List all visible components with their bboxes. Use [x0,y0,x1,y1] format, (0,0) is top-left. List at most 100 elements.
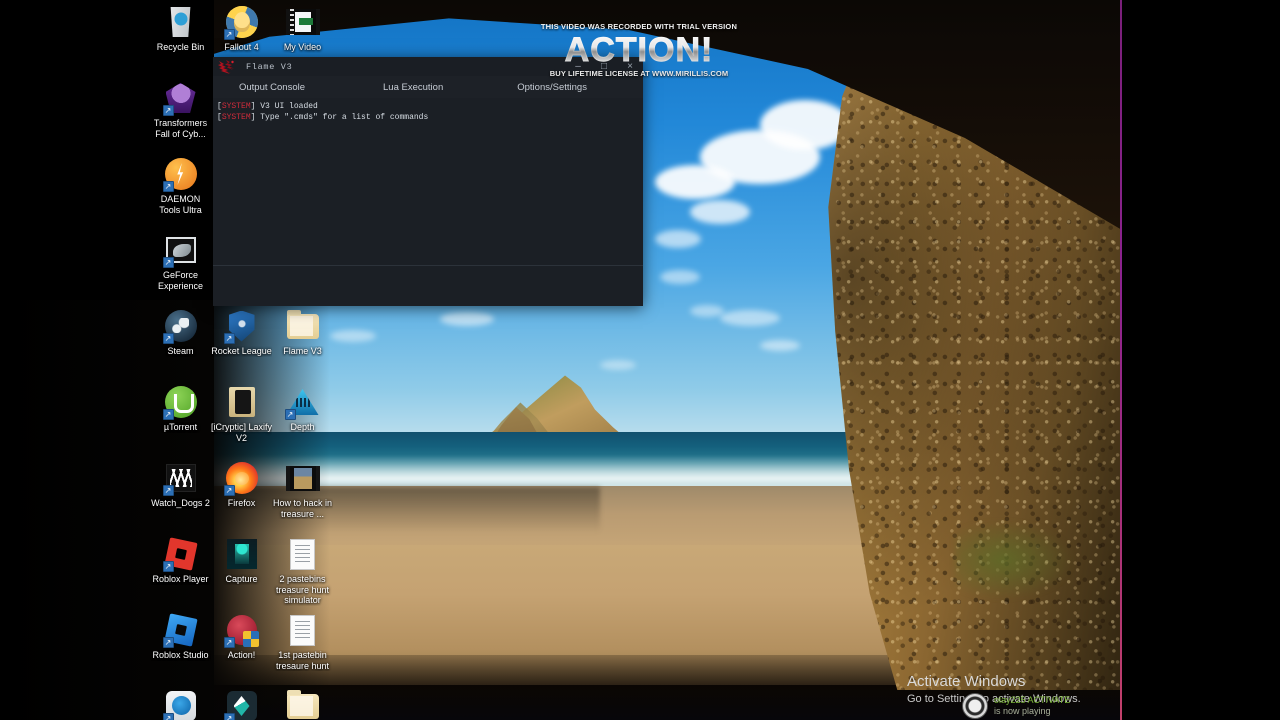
fallout-icon [223,5,259,40]
desktop-icon-watch-dogs-2[interactable]: Watch_Dogs 2 [150,458,211,532]
rbxstudio-icon [162,613,198,648]
console-line: [SYSTEM] V3 UI loaded [217,102,318,111]
close-button[interactable]: × [617,57,643,76]
desktop-icon-label: Rocket League [211,346,272,356]
depth-icon [284,385,320,420]
flame-tab-bar: Output Console Lua Execution Options/Set… [213,76,643,98]
desktop-icon-label: Roblox Studio [152,650,209,660]
doc-icon [286,537,320,571]
console-text: V3 UI loaded [255,102,318,111]
window-controls: – □ × [565,57,643,76]
desktop-icon-utorrent[interactable]: µTorrent [150,382,211,456]
desktop-icon-label: Depth [290,422,315,432]
desktop-icon-label: Capture [225,574,258,584]
desktop-icon-label: Recycle Bin [156,42,205,52]
wallpaper-moss [955,520,1075,600]
console-divider [213,265,643,266]
desktop-icon-steam[interactable]: Steam [150,306,211,380]
shortcut-overlay-icon [162,257,174,268]
desktop-icon-uplay[interactable]: Uplay [150,686,211,720]
desktop-icon-label: My Video [283,42,322,52]
desktop-icon-icryptic-laxify-v2[interactable]: [iCryptic] Laxify V2 [211,382,272,456]
desktop-icon-transformers[interactable]: Transformers Fall of Cyb... [150,78,211,152]
desktop-icon-label: [iCryptic] Laxify V2 [211,422,272,443]
desktop-icon-label: Fallout 4 [224,42,259,52]
right-letterbox [1122,0,1280,720]
shortcut-overlay-icon [162,561,174,572]
desktop-icon-recycle-bin[interactable]: Recycle Bin [150,2,211,76]
shortcut-overlay-icon [223,29,235,40]
console-line: [SYSTEM] Type ".cmds" for a list of comm… [217,113,429,122]
desktop-icon-capture[interactable]: Capture [211,534,272,608]
shortcut-overlay-icon [162,637,174,648]
desktop-icon-action[interactable]: Action! [211,610,272,684]
desktop-icon-wondershare[interactable]: Wondershare [211,686,272,720]
icon-art [290,614,315,646]
wd-icon [162,461,198,496]
shortcut-overlay-icon [223,333,235,344]
shortcut-overlay-icon [223,485,235,496]
desktop-screen: Recycle Bin Fallout 4 My Video Transformers… [0,0,1280,720]
tab-lua-execution[interactable]: Lua Execution [377,82,449,93]
icon-art [285,465,320,491]
icon-art [286,309,319,339]
icon-art [228,387,255,417]
maximize-button[interactable]: □ [591,57,617,76]
thumb-icon [285,461,320,495]
icon-art [226,539,257,569]
wallpaper-cloud [440,312,494,326]
utorrent-icon [162,385,198,420]
desktop-icon-firefox[interactable]: Firefox [211,458,272,532]
tab-options-settings[interactable]: Options/Settings [511,82,593,93]
flame-output-console[interactable]: [SYSTEM] V3 UI loaded [SYSTEM] Type ".cm… [213,98,643,286]
video-icon [285,5,320,39]
desktop-icon-roblox-studio[interactable]: Roblox Studio [150,610,211,684]
rl-icon [223,309,259,344]
desktop-icon-geforce-experience[interactable]: GeForce Experience [150,230,211,304]
flame-titlebar[interactable]: Flame V3 – □ × [213,57,643,76]
flame-v3-window[interactable]: Flame V3 – □ × Output Console Lua Execut… [213,57,643,306]
trans-icon [162,81,198,116]
icon-art [170,7,191,37]
steam-icon [162,309,198,344]
wallpaper-cloud [760,340,800,351]
desktop-icon-how-to-hack-video[interactable]: How to hack in treasure ... [272,458,333,532]
desktop-icon-flame-v3-folder[interactable]: Flame V3 [272,306,333,380]
ff-icon [223,461,259,496]
uplay-icon [162,689,198,720]
flame-dragon-icon [217,59,236,75]
folder-icon [286,689,320,720]
folder-icon [286,309,320,343]
icon-art [290,538,315,570]
action-icon [223,613,259,648]
geforce-icon [162,233,198,268]
wallpaper-cloud [330,330,376,342]
shortcut-overlay-icon [162,713,174,720]
desktop-icon-rocket-league[interactable]: Rocket League [211,306,272,380]
desktop-icon-label: Firefox [227,498,256,508]
shortcut-overlay-icon [162,485,174,496]
desktop-icon-1st-pastebin-doc[interactable]: 1st pastebin tresaure hunt [272,610,333,684]
desktop-icon-2-pastebins-doc[interactable]: 2 pastebins treasure hunt simulator [272,534,333,608]
shortcut-overlay-icon [162,333,174,344]
desktop-icon-label: 2 pastebins treasure hunt simulator [275,574,330,605]
desktop-icon-label: GeForce Experience [157,270,204,291]
wallpaper-cloud [600,360,636,370]
icon-art [286,689,319,719]
shortcut-overlay-icon [162,181,174,192]
desktop-icon-label: DAEMON Tools Ultra [159,194,202,215]
wonder-icon [223,689,259,720]
shortcut-overlay-icon [223,713,235,720]
desktop-icon-depth[interactable]: Depth [272,382,333,456]
console-tag: SYSTEM [221,102,251,111]
tab-output-console[interactable]: Output Console [233,82,311,93]
shortcut-overlay-icon [162,409,174,420]
minimize-button[interactable]: – [565,57,591,76]
desktop-icon-roblox-player[interactable]: Roblox Player [150,534,211,608]
desktop-icon-label: 1st pastebin tresaure hunt [275,650,330,671]
flame-window-title: Flame V3 [246,61,293,72]
desktop-icon-label: Steam [167,346,194,356]
desktop-icon-daemon-tools-ultra[interactable]: DAEMON Tools Ultra [150,154,211,228]
flame-window-footer [213,286,643,306]
desktop-icon-sanbalator-folder[interactable]: [Sanbalator] [272,686,333,720]
